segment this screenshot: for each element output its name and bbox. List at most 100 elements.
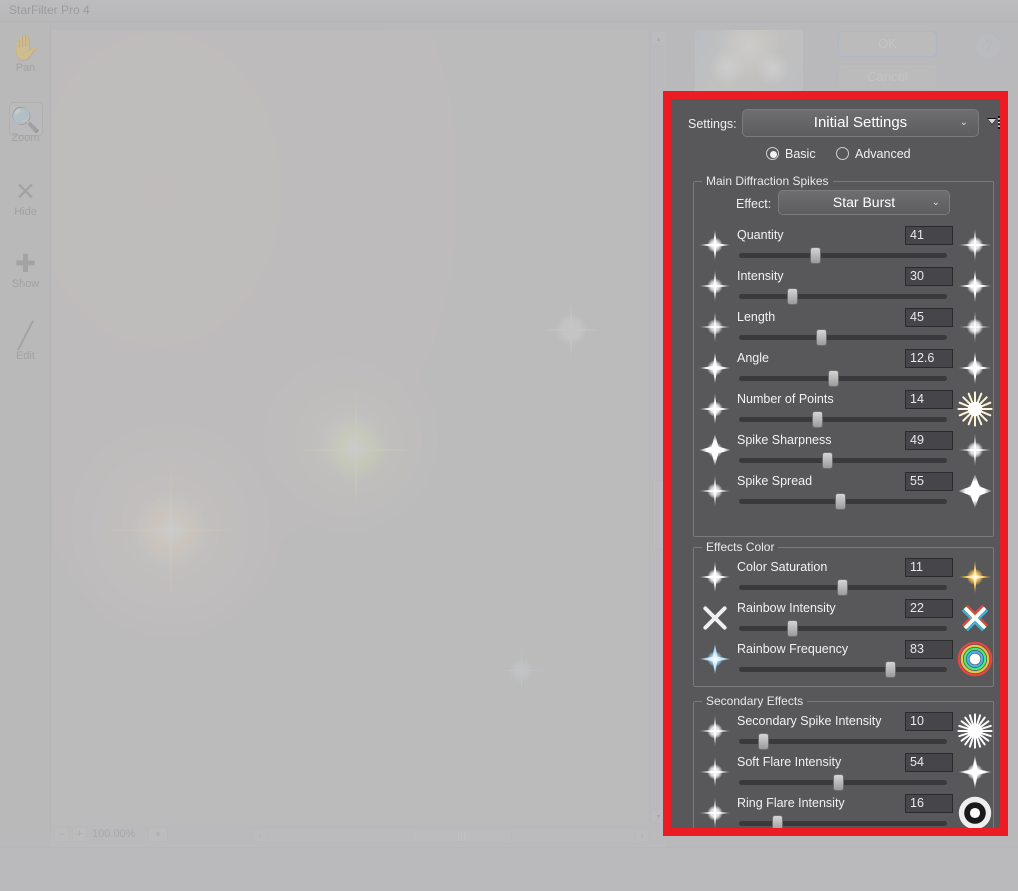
settings-preset-dropdown[interactable]: Initial Settings ⌄ bbox=[742, 109, 979, 137]
slider-rainbow-intensity-value[interactable]: 22 bbox=[905, 599, 953, 618]
radio-basic-label: Basic bbox=[785, 147, 816, 161]
tool-hide-label: Hide bbox=[14, 206, 37, 218]
tool-show-label: Show bbox=[11, 278, 40, 290]
slider-quantity-value[interactable]: 41 bbox=[905, 226, 953, 245]
group-main-title: Main Diffraction Spikes bbox=[702, 174, 833, 188]
slider-length-thumb[interactable] bbox=[815, 329, 827, 346]
slider-angle-label: Angle bbox=[737, 351, 769, 365]
slider-color-saturation-label: Color Saturation bbox=[737, 560, 828, 574]
hscroll-right-button[interactable]: › bbox=[635, 829, 649, 842]
soft-star-icon bbox=[698, 433, 732, 467]
ring-flare-icon bbox=[957, 795, 993, 828]
radio-advanced[interactable]: Advanced bbox=[836, 147, 911, 161]
tool-zoom[interactable]: 🔍 Zoom bbox=[0, 102, 51, 144]
tool-rail: ✋ Pan 🔍 Zoom ✕ Hide ✚ Show ╱ Edit bbox=[0, 22, 51, 834]
horizontal-scroll-thumb[interactable]: ||| bbox=[412, 829, 512, 842]
slider-length-value[interactable]: 45 bbox=[905, 308, 953, 327]
effect-dropdown[interactable]: Star Burst ⌄ bbox=[778, 190, 950, 215]
slider-angle-value[interactable]: 12.6 bbox=[905, 349, 953, 368]
slider-intensity-thumb[interactable] bbox=[786, 288, 798, 305]
slider-spike-sharpness-value[interactable]: 49 bbox=[905, 431, 953, 450]
double-sparkle-icon bbox=[698, 560, 732, 594]
slider-rainbow-intensity-track[interactable] bbox=[739, 620, 947, 637]
group-secondary-effects-title: Secondary Effects bbox=[702, 694, 808, 708]
slider-rainbow-frequency-thumb[interactable] bbox=[884, 661, 896, 678]
slider-number-of-points-track[interactable] bbox=[739, 411, 947, 428]
radio-basic-dot bbox=[766, 147, 779, 160]
slider-rainbow-intensity: Rainbow Intensity 22 bbox=[694, 599, 995, 640]
slider-quantity-thumb[interactable] bbox=[809, 247, 821, 264]
slider-soft-flare-intensity-value[interactable]: 54 bbox=[905, 753, 953, 772]
slider-angle-track[interactable] bbox=[739, 370, 947, 387]
slider-ring-flare-intensity-track[interactable] bbox=[739, 815, 947, 828]
color-sparkle-icon bbox=[957, 559, 993, 595]
slider-color-saturation-value[interactable]: 11 bbox=[905, 558, 953, 577]
slider-rainbow-intensity-thumb[interactable] bbox=[786, 620, 798, 637]
zoom-out-button[interactable]: – bbox=[54, 827, 69, 842]
tool-pan[interactable]: ✋ Pan bbox=[0, 30, 51, 74]
slider-quantity-label: Quantity bbox=[737, 228, 784, 242]
magnifier-icon: 🔍 bbox=[8, 102, 43, 136]
star-field-icon bbox=[957, 227, 993, 263]
slider-secondary-spike-intensity-value[interactable]: 10 bbox=[905, 712, 953, 731]
slider-secondary-spike-intensity-thumb[interactable] bbox=[757, 733, 769, 750]
slider-rainbow-frequency-track[interactable] bbox=[739, 661, 947, 678]
zoom-dropdown-button[interactable]: ▼ bbox=[148, 827, 168, 842]
slider-rainbow-intensity-label: Rainbow Intensity bbox=[737, 601, 836, 615]
tool-show[interactable]: ✚ Show bbox=[0, 246, 51, 290]
help-icon[interactable]: ? bbox=[975, 33, 1002, 60]
slider-spike-spread-thumb[interactable] bbox=[834, 493, 846, 510]
long-spike-star-icon bbox=[957, 309, 993, 345]
four-point-star-icon bbox=[957, 268, 993, 304]
tool-hide[interactable]: ✕ Hide bbox=[0, 174, 51, 218]
slider-intensity-value[interactable]: 30 bbox=[905, 267, 953, 286]
slider-secondary-spike-intensity: Secondary Spike Intensity 10 bbox=[694, 712, 995, 753]
scroll-up-button[interactable]: ▴ bbox=[651, 31, 666, 46]
cancel-button[interactable]: Cancel bbox=[838, 64, 937, 90]
slider-ring-flare-intensity-thumb[interactable] bbox=[772, 815, 784, 828]
hscroll-left-button[interactable]: ‹ bbox=[253, 829, 267, 842]
slider-rainbow-frequency-value[interactable]: 83 bbox=[905, 640, 953, 659]
slider-angle: Angle 12.6 bbox=[694, 349, 995, 390]
slider-color-saturation-track[interactable] bbox=[739, 579, 947, 596]
small-star-icon bbox=[698, 269, 732, 303]
slider-color-saturation-thumb[interactable] bbox=[836, 579, 848, 596]
zoom-in-button[interactable]: + bbox=[72, 827, 87, 842]
zoom-level-value: 100.00% bbox=[92, 828, 136, 840]
slider-number-of-points-value[interactable]: 14 bbox=[905, 390, 953, 409]
settings-label: Settings: bbox=[688, 117, 737, 131]
x-icon: ✕ bbox=[15, 178, 36, 206]
tool-edit[interactable]: ╱ Edit bbox=[0, 318, 51, 362]
slider-intensity: Intensity 30 bbox=[694, 267, 995, 308]
slider-spike-sharpness-track[interactable] bbox=[739, 452, 947, 469]
slider-quantity-track[interactable] bbox=[739, 247, 947, 264]
radial-burst-icon bbox=[957, 713, 993, 749]
rainbow-star-icon bbox=[698, 642, 732, 676]
slider-soft-flare-intensity-thumb[interactable] bbox=[832, 774, 844, 791]
ok-button[interactable]: OK bbox=[838, 31, 937, 57]
chevron-down-icon: ⌄ bbox=[931, 197, 940, 208]
slider-soft-flare-intensity-label: Soft Flare Intensity bbox=[737, 755, 842, 769]
tool-zoom-label: Zoom bbox=[11, 132, 40, 144]
settings-menu-icon[interactable] bbox=[986, 113, 1000, 133]
slider-ring-flare-intensity-value[interactable]: 16 bbox=[905, 794, 953, 813]
slider-rainbow-frequency-label: Rainbow Frequency bbox=[737, 642, 849, 656]
canvas-horizontal-scrollbar[interactable]: ‹ ||| › bbox=[251, 827, 651, 844]
slider-number-of-points-thumb[interactable] bbox=[811, 411, 823, 428]
slider-intensity-track[interactable] bbox=[739, 288, 947, 305]
slider-length-track[interactable] bbox=[739, 329, 947, 346]
radio-basic[interactable]: Basic bbox=[766, 147, 816, 161]
slider-soft-flare-intensity: Soft Flare Intensity 54 bbox=[694, 753, 995, 794]
slider-soft-flare-intensity-track[interactable] bbox=[739, 774, 947, 791]
tilted-star-icon bbox=[957, 350, 993, 386]
slider-angle-thumb[interactable] bbox=[828, 370, 840, 387]
slider-spike-sharpness-thumb[interactable] bbox=[822, 452, 834, 469]
effect-preview-thumbnail bbox=[695, 30, 803, 92]
radio-advanced-label: Advanced bbox=[855, 147, 911, 161]
slider-spike-spread-track[interactable] bbox=[739, 493, 947, 510]
sparkle-cluster-icon bbox=[698, 228, 732, 262]
image-canvas[interactable] bbox=[51, 30, 651, 825]
slider-secondary-spike-intensity-track[interactable] bbox=[739, 733, 947, 750]
bottom-toolbar: ProDigital Software Analyze Always Re-an… bbox=[0, 847, 1018, 891]
slider-spike-spread-value[interactable]: 55 bbox=[905, 472, 953, 491]
